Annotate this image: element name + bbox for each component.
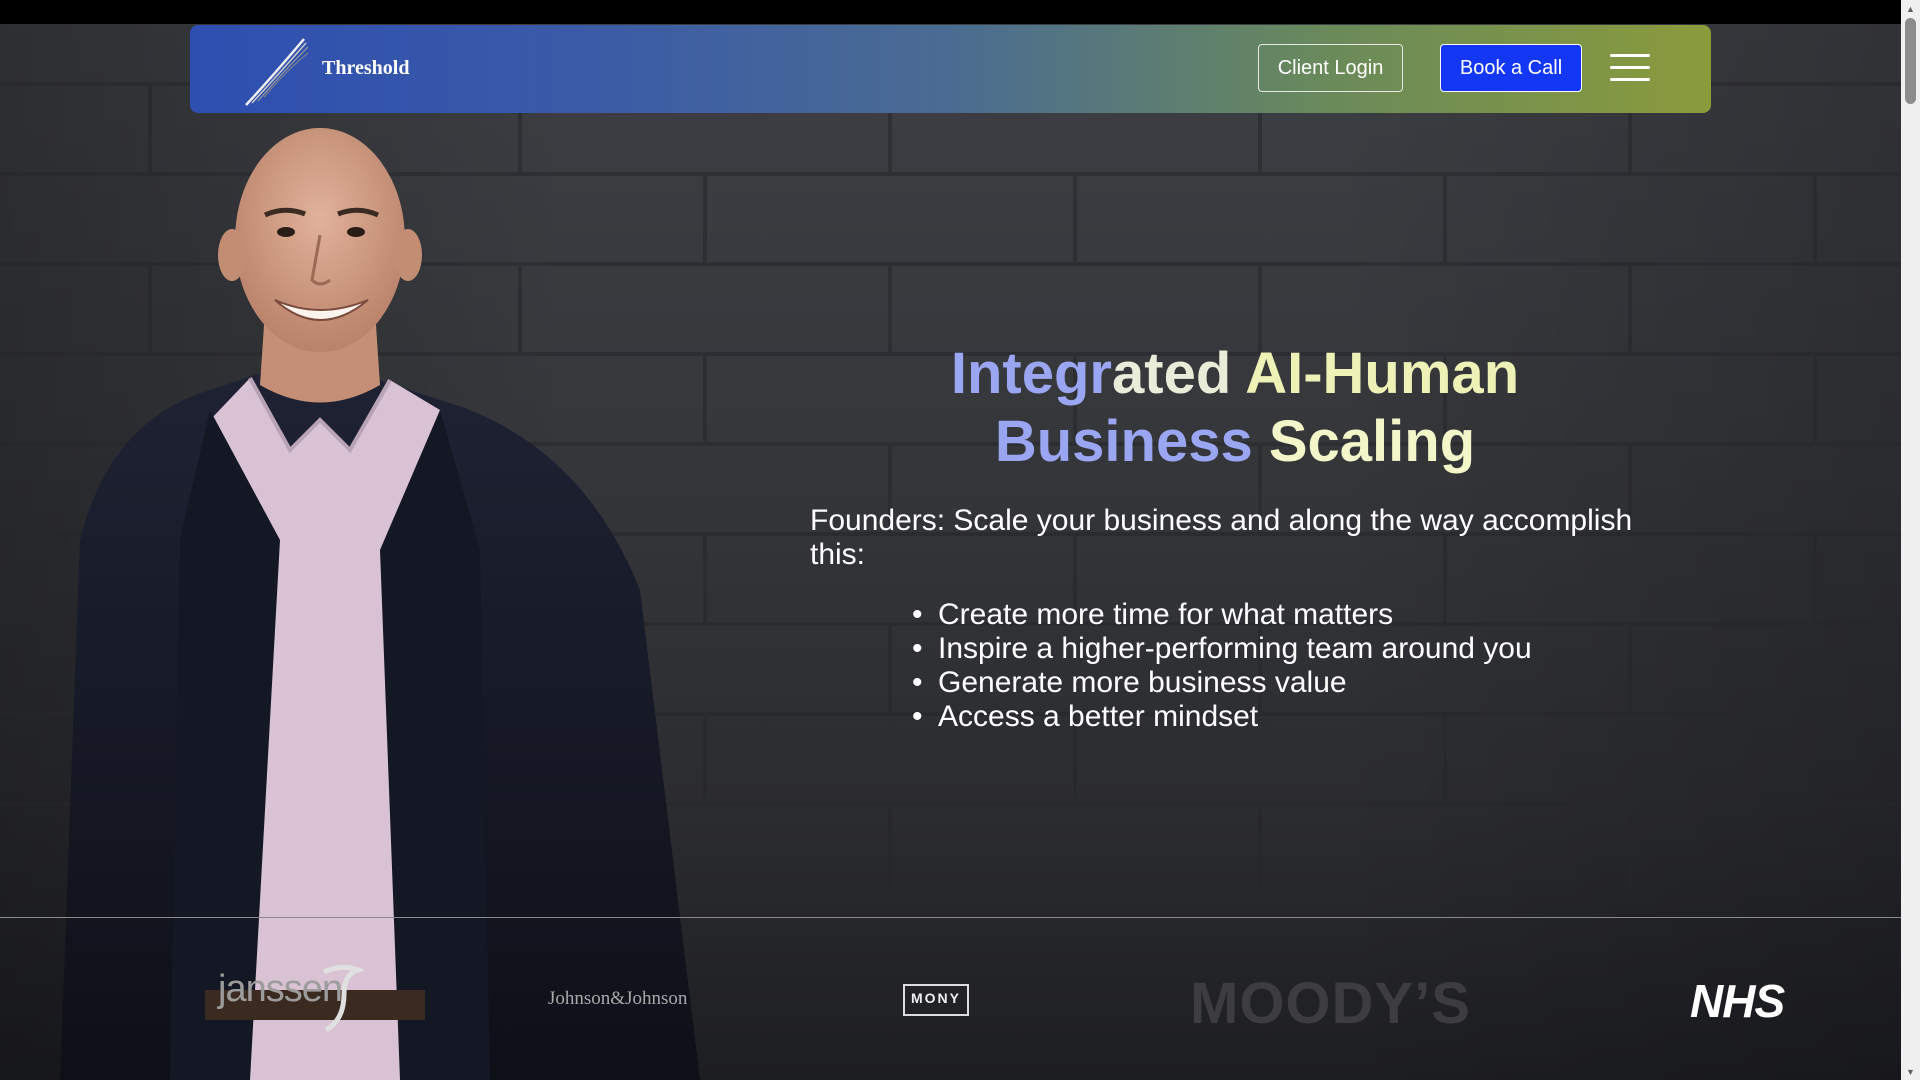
headline-part: Business — [994, 409, 1253, 474]
scrollbar-thumb[interactable] — [1905, 18, 1916, 104]
headline-part: AI- — [1231, 341, 1323, 406]
threshold-feather-logo — [245, 38, 309, 106]
top-navbar: Threshold Client Login Book a Call — [190, 25, 1711, 113]
client-login-button[interactable]: Client Login — [1258, 44, 1403, 92]
johnson-and-johnson-logo: Johnson&Johnson — [548, 988, 688, 1009]
client-logo-strip: janssen Johnson&Johnson MONY MOODY’S NHS — [0, 918, 1901, 1080]
headline-part: Integr — [950, 341, 1112, 406]
scroll-down-icon[interactable]: ▼ — [1901, 1063, 1920, 1080]
list-item: Create more time for what matters — [912, 598, 1532, 632]
janssen-hook-icon — [322, 964, 364, 1033]
brand-name[interactable]: Threshold — [322, 57, 409, 80]
hero-subtitle: Founders: Scale your business and along … — [810, 504, 1633, 571]
list-item: Generate more business value — [912, 666, 1532, 700]
mony-group-logo: MONY — [903, 984, 969, 1016]
list-item: Access a better mindset — [912, 700, 1532, 734]
page-scrollbar[interactable]: ▲ ▼ — [1901, 0, 1920, 1080]
list-item: Inspire a higher-performing team around … — [912, 632, 1532, 666]
headline-part: Scaling — [1268, 409, 1476, 474]
moodys-logo: MOODY’S — [1190, 971, 1471, 1036]
headline-part: ated — [1112, 341, 1232, 406]
page-viewport: Threshold Client Login Book a Call Integ… — [0, 0, 1901, 1080]
top-strip — [0, 0, 1901, 24]
book-a-call-button[interactable]: Book a Call — [1440, 44, 1582, 92]
scroll-up-icon[interactable]: ▲ — [1901, 0, 1920, 17]
hero-headline: Integrated AI-Human Business Scaling — [820, 340, 1650, 476]
headline-part: Human — [1322, 341, 1520, 406]
benefit-list: Create more time for what matters Inspir… — [912, 598, 1532, 734]
nhs-logo: NHS — [1690, 975, 1785, 1027]
menu-icon[interactable] — [1610, 52, 1650, 84]
